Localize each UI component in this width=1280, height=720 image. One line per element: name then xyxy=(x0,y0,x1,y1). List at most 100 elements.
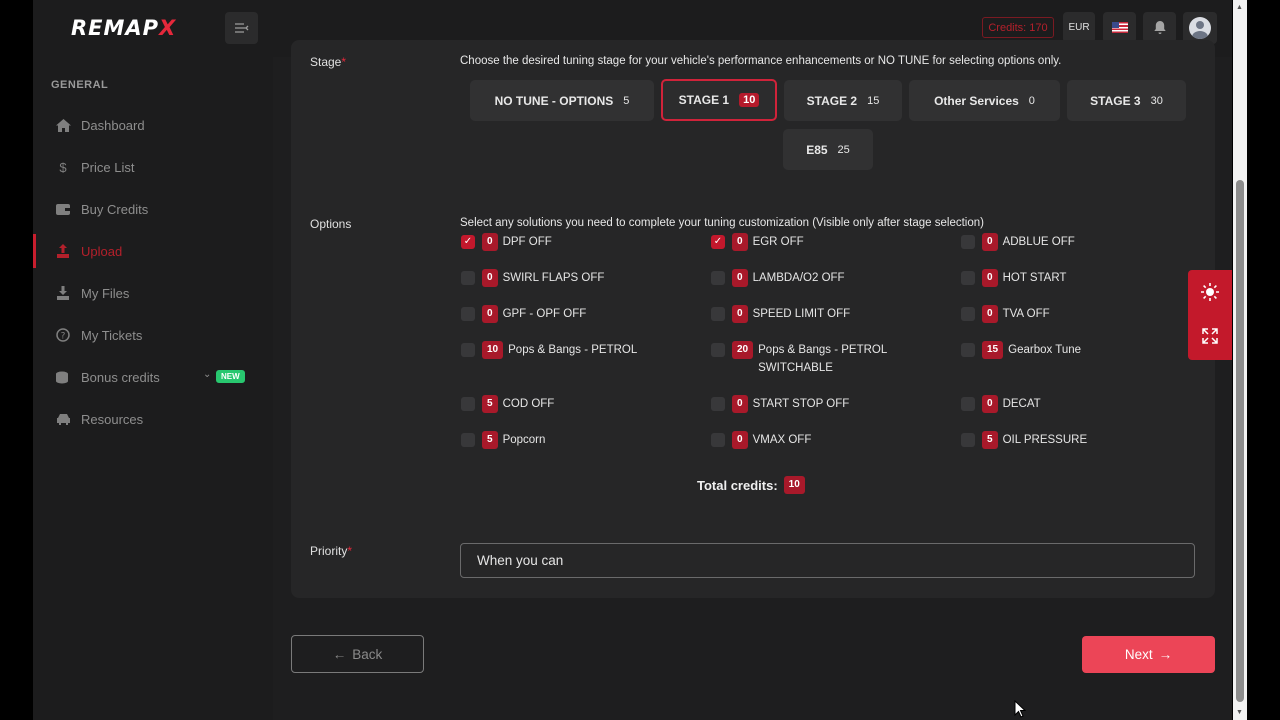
fullscreen-button[interactable] xyxy=(1188,314,1232,358)
scroll-up-icon[interactable]: ▲ xyxy=(1236,4,1243,11)
option-pops-bangs-switchable[interactable]: 20 Pops & Bangs - PETROL SWITCHABLE xyxy=(711,341,918,377)
stage-label: Stage* xyxy=(310,55,346,69)
checkbox[interactable]: ✓ xyxy=(711,235,725,249)
priority-label: Priority* xyxy=(310,544,352,558)
option-credits: 0 xyxy=(732,269,748,287)
option-credits: 0 xyxy=(732,233,748,251)
option-tva-off[interactable]: 0 TVA OFF xyxy=(961,305,1050,323)
logo[interactable]: REMAPX xyxy=(71,16,176,40)
scroll-thumb[interactable] xyxy=(1236,180,1244,702)
checkbox[interactable] xyxy=(461,397,475,411)
checkbox[interactable] xyxy=(961,235,975,249)
priority-select[interactable]: When you can xyxy=(460,543,1195,578)
option-lambda-off[interactable]: 0 LAMBDA/O2 OFF xyxy=(711,269,845,287)
required-marker: * xyxy=(347,544,353,558)
stage-button-other-services[interactable]: Other Services 0 xyxy=(909,80,1060,121)
download-icon xyxy=(55,285,71,301)
bell-icon xyxy=(1153,21,1166,34)
sidebar-nav: Dashboard $ Price List Buy Credits Uploa… xyxy=(33,104,273,440)
scroll-down-icon[interactable]: ▼ xyxy=(1236,709,1243,716)
sidebar-item-buy-credits[interactable]: Buy Credits xyxy=(33,188,273,230)
option-gearbox-tune[interactable]: 15 Gearbox Tune xyxy=(961,341,1081,359)
stage-credits: 10 xyxy=(739,93,760,107)
sidebar-item-bonus-credits[interactable]: Bonus credits ⌄ NEW xyxy=(33,356,273,398)
sidebar-item-dashboard[interactable]: Dashboard xyxy=(33,104,273,146)
checkbox[interactable] xyxy=(461,433,475,447)
stage-credits: 30 xyxy=(1150,94,1163,107)
checkbox[interactable] xyxy=(711,271,725,285)
option-credits: 0 xyxy=(732,395,748,413)
option-swirl-flaps-off[interactable]: 0 SWIRL FLAPS OFF xyxy=(461,269,604,287)
option-pops-bangs-petrol[interactable]: 10 Pops & Bangs - PETROL xyxy=(461,341,637,359)
notifications-button[interactable] xyxy=(1143,12,1176,43)
option-label: TVA OFF xyxy=(1002,308,1050,320)
checkbox[interactable] xyxy=(711,343,725,357)
checkbox[interactable] xyxy=(961,433,975,447)
checkbox[interactable] xyxy=(961,307,975,321)
next-button[interactable]: Next → xyxy=(1082,636,1215,673)
upload-icon xyxy=(55,243,71,259)
option-credits: 15 xyxy=(982,341,1004,359)
options-label: Options xyxy=(310,217,352,231)
language-button[interactable] xyxy=(1103,12,1136,43)
option-credits: 10 xyxy=(482,341,504,359)
menu-toggle-button[interactable] xyxy=(225,12,258,44)
option-adblue-off[interactable]: 0 ADBLUE OFF xyxy=(961,233,1075,251)
checkbox[interactable] xyxy=(711,397,725,411)
option-egr-off[interactable]: ✓ 0 EGR OFF xyxy=(711,233,804,251)
option-oil-pressure[interactable]: 5 OIL PRESSURE xyxy=(961,431,1087,449)
option-gpf-opf-off[interactable]: 0 GPF - OPF OFF xyxy=(461,305,586,323)
sidebar-item-resources[interactable]: Resources xyxy=(33,398,273,440)
menu-collapse-icon xyxy=(234,23,248,33)
checkbox[interactable] xyxy=(961,343,975,357)
checkbox[interactable] xyxy=(711,433,725,447)
arrow-left-icon: ← xyxy=(332,646,347,662)
option-label: SWIRL FLAPS OFF xyxy=(502,272,605,284)
option-start-stop-off[interactable]: 0 START STOP OFF xyxy=(711,395,849,413)
option-label: DECAT xyxy=(1002,398,1041,410)
checkbox[interactable] xyxy=(461,307,475,321)
option-speed-limit-off[interactable]: 0 SPEED LIMIT OFF xyxy=(711,305,850,323)
theme-toggle-button[interactable] xyxy=(1188,270,1232,314)
option-hot-start[interactable]: 0 HOT START xyxy=(961,269,1066,287)
user-avatar-icon xyxy=(1189,17,1211,39)
option-vmax-off[interactable]: 0 VMAX OFF xyxy=(711,431,811,449)
coins-icon xyxy=(55,369,71,385)
stage-button-stage-3[interactable]: STAGE 3 30 xyxy=(1067,80,1186,121)
option-decat[interactable]: 0 DECAT xyxy=(961,395,1041,413)
sidebar-item-my-tickets[interactable]: ? My Tickets xyxy=(33,314,273,356)
checkbox[interactable]: ✓ xyxy=(461,235,475,249)
sidebar-item-label: Price List xyxy=(81,159,135,175)
stage-button-no-tune[interactable]: NO TUNE - OPTIONS 5 xyxy=(470,80,654,121)
checkbox[interactable] xyxy=(461,271,475,285)
option-cod-off[interactable]: 5 COD OFF xyxy=(461,395,554,413)
checkbox[interactable] xyxy=(961,271,975,285)
sidebar-item-my-files[interactable]: My Files xyxy=(33,272,273,314)
option-credits: 5 xyxy=(482,395,498,413)
checkbox[interactable] xyxy=(961,397,975,411)
sidebar: GENERAL Dashboard $ Price List Buy Credi… xyxy=(33,57,273,720)
option-dpf-off[interactable]: ✓ 0 DPF OFF xyxy=(461,233,552,251)
currency-button[interactable]: EUR xyxy=(1063,12,1095,43)
sun-icon xyxy=(1201,283,1219,301)
option-credits: 0 xyxy=(732,305,748,323)
option-label: Gearbox Tune xyxy=(1008,344,1082,356)
stage-button-stage-2[interactable]: STAGE 2 15 xyxy=(784,80,902,121)
stage-button-label: Other Services xyxy=(934,93,1019,108)
credits-badge[interactable]: Credits: 170 xyxy=(982,17,1054,38)
option-label: LAMBDA/O2 OFF xyxy=(752,272,845,284)
checkbox[interactable] xyxy=(711,307,725,321)
app-window: REMAPX Credits: 170 EUR GENERAL Dashboar… xyxy=(33,0,1232,720)
sidebar-item-price-list[interactable]: $ Price List xyxy=(33,146,273,188)
stage-credits: 15 xyxy=(867,94,880,107)
back-button[interactable]: ← Back xyxy=(291,635,424,673)
svg-text:?: ? xyxy=(61,332,66,342)
option-label: Pops & Bangs - PETROL SWITCHABLE xyxy=(758,344,887,374)
checkbox[interactable] xyxy=(461,343,475,357)
arrow-right-icon: → xyxy=(1158,647,1173,662)
stage-button-e85[interactable]: E85 25 xyxy=(783,129,873,170)
sidebar-item-upload[interactable]: Upload xyxy=(33,230,273,272)
stage-button-stage-1[interactable]: STAGE 1 10 xyxy=(661,79,777,121)
page-scrollbar[interactable]: ▲ ▼ xyxy=(1233,0,1247,720)
option-popcorn[interactable]: 5 Popcorn xyxy=(461,431,545,449)
